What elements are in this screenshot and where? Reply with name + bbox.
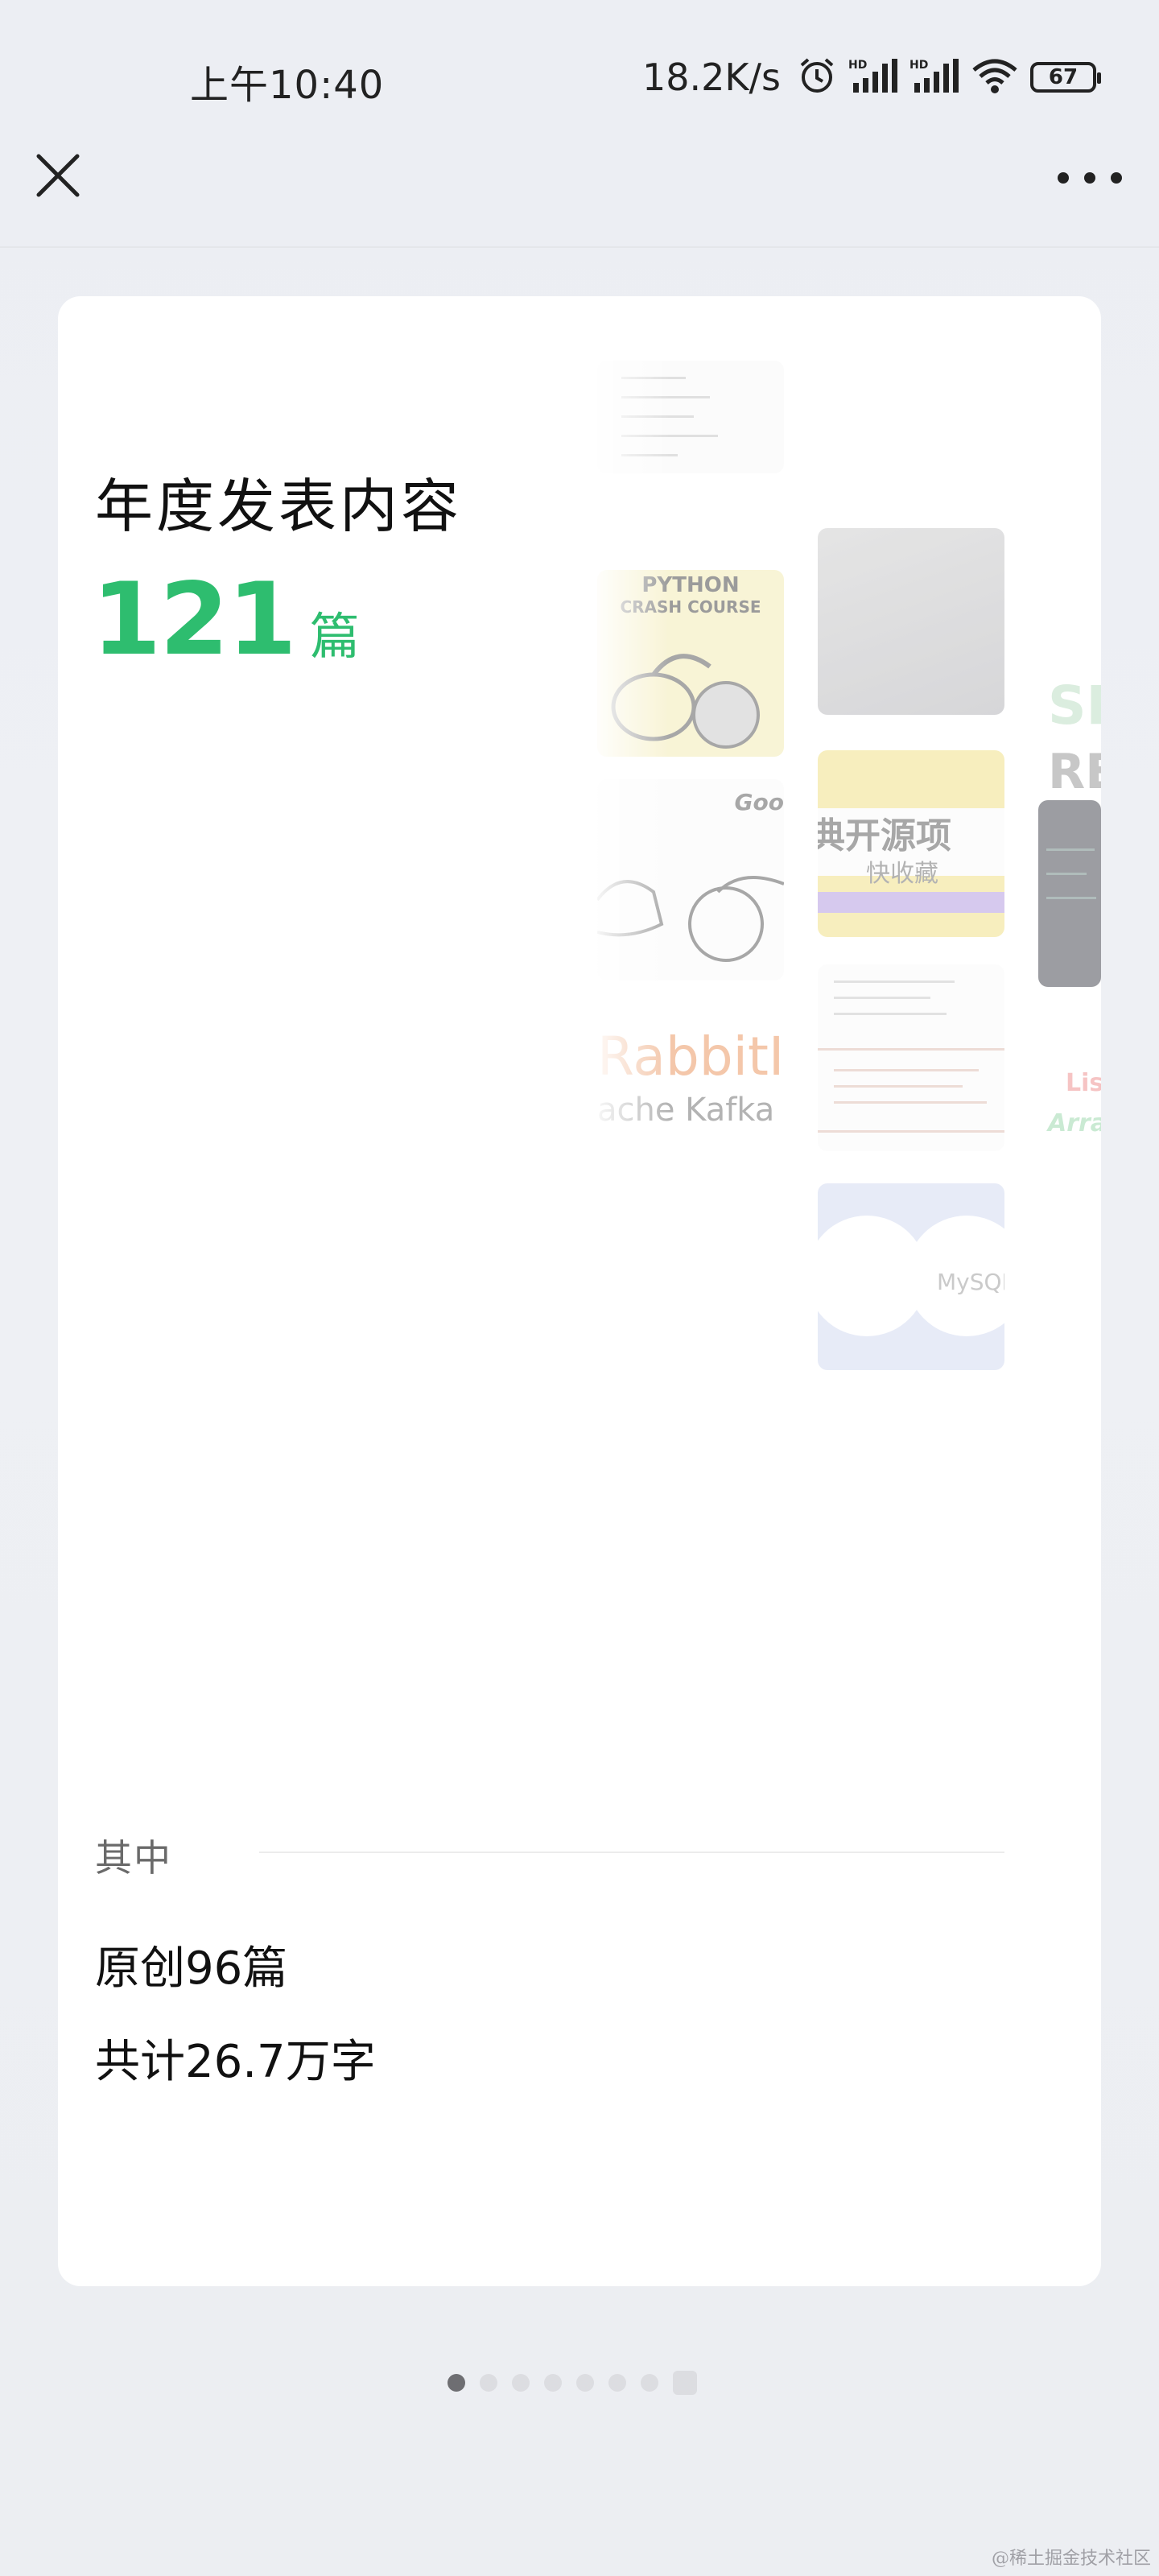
more-dot: [1084, 172, 1095, 184]
pager-dot[interactable]: [480, 2374, 497, 2392]
pager-dot[interactable]: [608, 2374, 626, 2392]
page-indicator: [448, 2368, 697, 2397]
word-count: 共计26.7万字: [95, 2036, 376, 2088]
alarm-icon: [797, 56, 837, 99]
svg-text:HD: HD: [848, 59, 867, 72]
annual-content-title: 年度发表内容: [95, 473, 463, 540]
more-dot: [1058, 172, 1069, 184]
more-dot: [1111, 172, 1122, 184]
status-right: 18.2K/s HD HD 67: [641, 53, 1101, 101]
close-icon: [36, 154, 80, 197]
status-time: 上午10:40: [190, 63, 385, 108]
pager-dot-last[interactable]: [673, 2371, 697, 2395]
more-button[interactable]: [1058, 159, 1122, 196]
hd-signal-icon: HD: [909, 56, 959, 99]
svg-text:HD: HD: [909, 59, 928, 72]
battery-icon: 67: [1030, 62, 1101, 93]
hd-signal-icon: HD: [848, 56, 898, 99]
pager-dot[interactable]: [576, 2374, 594, 2392]
original-count: 原创96篇: [95, 1942, 288, 1995]
nav-divider: [0, 246, 1159, 248]
article-cover-collage: PYTHON CRASH COURSE Goo RabbitI ache Kaf…: [597, 361, 1101, 1488]
count-unit: 篇: [309, 607, 360, 666]
wifi-icon: [971, 56, 1019, 99]
net-speed: 18.2K/s: [641, 56, 781, 99]
pager-dot-active[interactable]: [448, 2374, 465, 2392]
count-number: 121: [92, 562, 297, 678]
pager-dot[interactable]: [512, 2374, 530, 2392]
pager-dot[interactable]: [544, 2374, 562, 2392]
among-label: 其中: [95, 1836, 172, 1880]
article-count: 121 篇: [92, 562, 360, 678]
close-button[interactable]: [32, 150, 84, 201]
status-bar: 上午10:40 18.2K/s HD HD 67: [0, 0, 1159, 161]
watermark: @稀土掘金技术社区: [991, 2549, 1151, 2569]
pager-dot[interactable]: [641, 2374, 658, 2392]
section-divider: [259, 1852, 1004, 1853]
